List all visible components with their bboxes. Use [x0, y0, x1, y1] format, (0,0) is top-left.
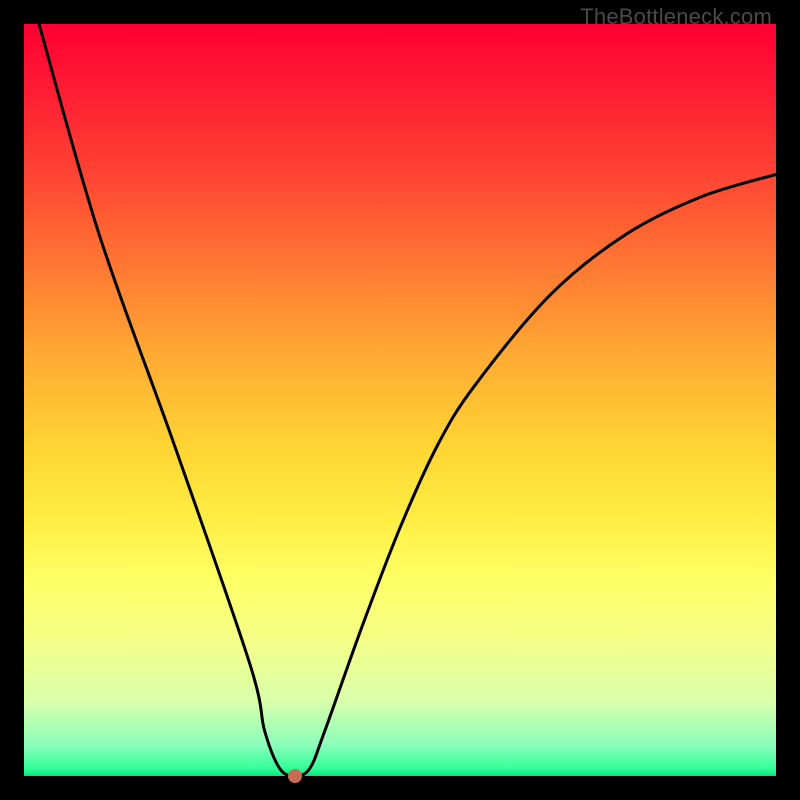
curve-svg — [24, 24, 776, 776]
chart-frame: TheBottleneck.com — [0, 0, 800, 800]
bottleneck-curve — [39, 24, 776, 776]
plot-area — [24, 24, 776, 776]
minimum-marker — [288, 769, 302, 783]
watermark-text: TheBottleneck.com — [580, 4, 772, 30]
